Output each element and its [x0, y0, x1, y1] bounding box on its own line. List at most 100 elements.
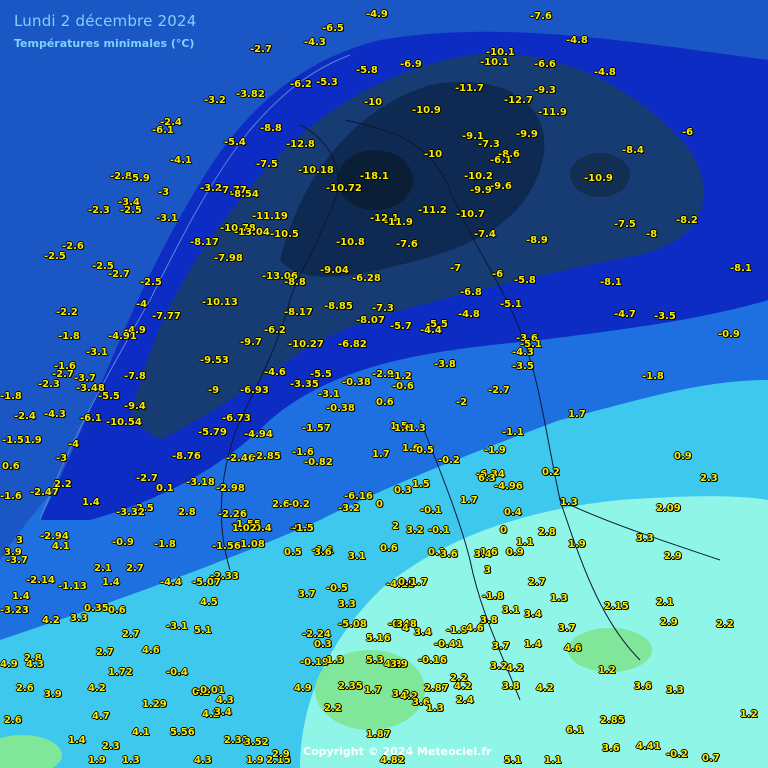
temperature-label: 4.82 — [380, 755, 405, 766]
temperature-label: -4.8 — [594, 67, 616, 78]
temperature-label: 4.2 — [506, 663, 524, 674]
temperature-label: 2.87 — [424, 683, 449, 694]
temperature-label: 1.2 — [598, 665, 616, 676]
temperature-label: 1.9 — [246, 755, 264, 766]
temperature-label: 0 — [500, 525, 507, 536]
temperature-label: -11.9 — [384, 217, 413, 228]
temperature-label: -6.1 — [490, 155, 512, 166]
temperature-label: -2.7 — [250, 44, 272, 55]
temperature-label: -8.4 — [622, 145, 644, 156]
temperature-label: -3.23 — [0, 605, 29, 616]
temperature-label: -8.76 — [172, 451, 201, 462]
map-subtitle: Températures minimales (°C) — [14, 37, 195, 50]
temperature-label: 3.3 — [636, 533, 654, 544]
temperature-label: -1.9 — [484, 445, 506, 456]
temperature-label: -1.8 — [482, 591, 504, 602]
temperature-label: -4.9 — [366, 9, 388, 20]
temperature-label: 4.5 — [200, 597, 218, 608]
temperature-label: -0.19 — [300, 657, 329, 668]
temperature-label: -2.4 — [14, 411, 36, 422]
temperature-label: 2.7 — [126, 563, 144, 574]
temperature-label: -1.5 — [292, 523, 314, 534]
temperature-label: 1.87 — [366, 729, 391, 740]
temperature-label: 0.3 — [394, 485, 412, 496]
temperature-label: -1.8 — [0, 391, 22, 402]
temperature-label: -7.8 — [124, 371, 146, 382]
temperature-label: -5.4 — [224, 137, 246, 148]
temperature-label: 2.7 — [122, 629, 140, 640]
temperature-label: -6.9 — [400, 59, 422, 70]
temperature-label: 3.9 — [44, 689, 62, 700]
temperature-label: 5.16 — [366, 633, 391, 644]
temperature-label: -5.8 — [356, 65, 378, 76]
temperature-label: 2.7 — [528, 577, 546, 588]
temperature-label: 2.8 — [538, 527, 556, 538]
temperature-label: -9.7 — [240, 337, 262, 348]
temperature-label: -3 — [158, 187, 170, 198]
temperature-label: 2.09 — [656, 503, 681, 514]
temperature-label: -8 — [646, 229, 658, 240]
temperature-label: -6.73 — [222, 413, 251, 424]
temperature-label: 2.85 — [600, 715, 625, 726]
temperature-label: 3.7 — [492, 641, 510, 652]
temperature-label: 5.56 — [170, 727, 195, 738]
temperature-label: -10.7 — [456, 209, 485, 220]
temperature-label: 4 — [402, 623, 409, 634]
temperature-label: -18.1 — [360, 171, 389, 182]
temperature-label: -1.57 — [302, 423, 331, 434]
temperature-label: -10.1 — [480, 57, 509, 68]
temperature-label: -1.6 — [0, 491, 22, 502]
temperature-label: -3.1 — [318, 389, 340, 400]
temperature-label: -4 — [68, 439, 80, 450]
temperature-label: -7.5 — [614, 219, 636, 230]
temperature-label: 3 — [484, 565, 491, 576]
temperature-label: -2.7 — [488, 385, 510, 396]
temperature-label: 4.41 — [636, 741, 661, 752]
temperature-label: 4.7 — [92, 711, 110, 722]
temperature-label: -10.9 — [412, 105, 441, 116]
temperature-label: 3.4 — [214, 707, 232, 718]
temperature-label: 3.1 — [348, 551, 366, 562]
temperature-label: -3.1 — [166, 621, 188, 632]
temperature-label: -7.4 — [474, 229, 496, 240]
temperature-label: -6.2 — [290, 79, 312, 90]
temperature-label: 4.2 — [536, 683, 554, 694]
temperature-label: -2.7 — [108, 269, 130, 280]
temperature-label: -13.04 — [234, 227, 270, 238]
temperature-label: -5.3 — [316, 77, 338, 88]
temperature-label: -4.4 — [160, 577, 182, 588]
temperature-label: -4.4 — [420, 325, 442, 336]
temperature-label: 2.7 — [96, 647, 114, 658]
temperature-label: -2.94 — [40, 531, 69, 542]
temperature-label: -1.8 — [58, 331, 80, 342]
temperature-label: -10.72 — [326, 183, 362, 194]
temperature-map: Lundi 2 décembre 2024 Températures minim… — [0, 0, 768, 768]
temperature-label: 3.6 — [634, 681, 652, 692]
temperature-label: 0.4 — [504, 507, 522, 518]
temperature-label: 2.1 — [656, 597, 674, 608]
temperature-label: -0.5 — [412, 445, 434, 456]
temperature-label: 3.6 — [602, 743, 620, 754]
temperature-label: 4.3 — [194, 755, 212, 766]
temperature-label: 3.3 — [70, 613, 88, 624]
temperature-label: 2.1 — [94, 563, 112, 574]
temperature-label: 0.6 — [2, 461, 20, 472]
map-title: Lundi 2 décembre 2024 — [14, 12, 197, 30]
temperature-label: -3.7 — [6, 555, 28, 566]
temperature-label: -9.3 — [534, 85, 556, 96]
temperature-label: 2.2 — [716, 619, 734, 630]
temperature-label: 3.6 — [440, 549, 458, 560]
temperature-label: -1.5 — [2, 435, 24, 446]
temperature-label: -0.82 — [304, 457, 333, 468]
temperature-label: -0.2 — [288, 499, 310, 510]
temperature-label: 4.1 — [132, 727, 150, 738]
temperature-label: 1.3 — [326, 655, 344, 666]
temperature-label: 5.1 — [194, 625, 212, 636]
temperature-label: -2.2 — [56, 307, 78, 318]
temperature-label: 3.4 — [414, 627, 432, 638]
temperature-label: -4.91 — [108, 331, 137, 342]
temperature-label: -9.6 — [490, 181, 512, 192]
temperature-label: -9.9 — [516, 129, 538, 140]
temperature-label: -4.96 — [494, 481, 523, 492]
temperature-label: 0.9 — [674, 451, 692, 462]
